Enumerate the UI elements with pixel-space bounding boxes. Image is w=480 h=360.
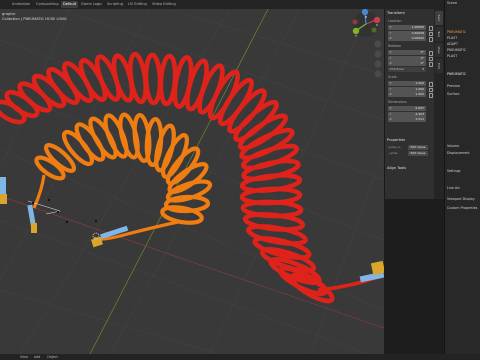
- section-custom-properties[interactable]: Custom Properties: [447, 206, 477, 210]
- outliner-item[interactable]: PNEUMATIC: [447, 48, 466, 52]
- scale-x-field[interactable]: X 1.000: [388, 81, 426, 86]
- transform-header[interactable]: Transform: [387, 11, 405, 15]
- empty-markers: [31, 198, 98, 224]
- edit-value-button[interactable]: Edit Value: [408, 145, 428, 150]
- outliner-item[interactable]: PLAST: [447, 54, 457, 58]
- location-y-field[interactable]: Y 0.69008: [388, 30, 426, 36]
- scale-z-field[interactable]: Z 1.000: [388, 92, 426, 97]
- red-hose-fitting-left: [0, 194, 7, 204]
- menu-add[interactable]: Add: [34, 355, 40, 359]
- scale-label: Scale: [388, 75, 397, 79]
- axis-x-label: X: [389, 25, 392, 29]
- viewport-canvas[interactable]: [0, 9, 384, 354]
- axis-z-label: Z: [389, 36, 392, 40]
- location-x-field[interactable]: X 1.05080: [388, 25, 426, 30]
- rotation-x-field[interactable]: X 0°: [388, 50, 426, 55]
- properties-header[interactable]: Properties: [387, 138, 405, 142]
- outliner-properties-editor: Scene PNEUMATIC PLAST ADAPT PNEUMATIC PL…: [444, 0, 480, 354]
- axis-z-label: Z: [389, 117, 392, 121]
- tab-default[interactable]: Default: [61, 1, 79, 8]
- tab-scripting[interactable]: Scripting: [105, 1, 125, 8]
- lock-icon[interactable]: [429, 62, 433, 67]
- vtab-item[interactable]: Item: [435, 11, 443, 25]
- lock-icon[interactable]: [429, 93, 433, 98]
- scene-label[interactable]: Scene: [447, 1, 457, 5]
- axis-y-label: Y: [389, 55, 392, 60]
- location-z-field[interactable]: Z 0.00000: [388, 36, 426, 41]
- rotation-mode-dropdown[interactable]: XYZ Euler ▾: [388, 67, 426, 72]
- tab-game-logic[interactable]: Game Logic: [79, 1, 104, 8]
- menu-object[interactable]: Object: [47, 355, 58, 359]
- x-axis-line: [0, 195, 384, 329]
- viewport-overlay-mode: graphic: [2, 12, 16, 16]
- axis-z-label: Z: [389, 92, 392, 96]
- align-tools-header[interactable]: Align Tools: [387, 166, 406, 170]
- location-label: Location: [388, 19, 402, 23]
- sidebar-vertical-tabs: Item Tool View Edit: [434, 9, 444, 199]
- tab-animation[interactable]: Animation: [10, 1, 32, 8]
- viewport-header-bar: View Add Object: [0, 354, 480, 360]
- section-viewport-display[interactable]: Viewport Display: [447, 197, 475, 201]
- tab-uv-editing[interactable]: UV Editing: [126, 1, 149, 8]
- section-line-art[interactable]: Line Art: [447, 186, 460, 190]
- lock-icon[interactable]: [429, 31, 433, 37]
- edit-value-button[interactable]: Edit Value: [408, 151, 428, 156]
- rotation-label: Rotation: [388, 44, 402, 48]
- tab-video-editing[interactable]: Video Editing: [150, 1, 178, 8]
- viewport-overlay-collection: Collection | PNEUMATIC HOSE LONG: [2, 17, 67, 21]
- sidebar-n-panel: Transform Location X 1.05080 Y 0.69008 Z 0.…: [384, 9, 435, 199]
- custom-property-name: _cycles: [388, 152, 398, 155]
- axis-y-label: Y: [389, 86, 392, 91]
- section-volume[interactable]: Volume: [447, 144, 459, 148]
- top-menu-bar: Animation Compositing Default Game Logic…: [0, 0, 480, 9]
- axis-y-label: Y: [389, 111, 392, 116]
- tab-compositing[interactable]: Compositing: [34, 1, 61, 8]
- lock-icon[interactable]: [429, 26, 433, 31]
- lock-icon[interactable]: [429, 51, 433, 56]
- lock-icon[interactable]: [429, 37, 433, 42]
- gizmo-x-label: X: [376, 23, 379, 27]
- chevron-down-icon: ▾: [422, 67, 424, 71]
- red-hose-fitting-right: [370, 260, 384, 276]
- custom-property-name: cycles_vi...: [388, 146, 403, 149]
- orange-hose-fitting-left: [31, 223, 37, 233]
- section-surface[interactable]: Surface: [447, 92, 460, 96]
- axis-x-label: X: [389, 50, 392, 54]
- axis-x-label: X: [389, 106, 392, 110]
- section-settings[interactable]: Settings: [447, 169, 461, 173]
- vtab-view[interactable]: View: [435, 43, 443, 57]
- 3d-viewport[interactable]: graphic Collection | PNEUMATIC HOSE LONG…: [0, 9, 384, 354]
- section-preview[interactable]: Preview: [447, 84, 460, 88]
- dimensions-z-field[interactable]: Z 1.511: [388, 117, 426, 122]
- scale-y-field[interactable]: Y 1.000: [388, 86, 426, 92]
- gizmo-y-label: Y: [355, 34, 357, 38]
- axis-z-label: Z: [389, 61, 392, 65]
- dimensions-x-field[interactable]: X 5.647: [388, 106, 426, 111]
- lock-icon[interactable]: [429, 87, 433, 93]
- section-displacement[interactable]: Displacement: [447, 151, 470, 155]
- outliner-item[interactable]: PNEUMATIC: [447, 30, 466, 34]
- vtab-tool[interactable]: Tool: [435, 27, 443, 41]
- material-name[interactable]: PNEUMATIC: [447, 72, 466, 76]
- vtab-edit[interactable]: Edit: [435, 59, 443, 73]
- rotation-z-field[interactable]: Z 0°: [388, 61, 426, 66]
- rotation-y-field[interactable]: Y 0°: [388, 55, 426, 61]
- view-tools-column: [374, 40, 382, 78]
- dimensions-y-field[interactable]: Y 4.403: [388, 111, 426, 117]
- orange-coil-hose: [34, 112, 213, 225]
- outliner-item[interactable]: ADAPT: [447, 42, 458, 46]
- axis-x-label: X: [389, 81, 392, 85]
- lock-icon[interactable]: [429, 82, 433, 87]
- axis-y-label: Y: [389, 30, 392, 35]
- lock-icon[interactable]: [429, 56, 433, 62]
- menu-view[interactable]: View: [20, 355, 28, 359]
- gizmo-z-label: Z: [365, 15, 368, 19]
- outliner-item[interactable]: PLAST: [447, 36, 457, 40]
- dimensions-label: Dimensions: [388, 100, 407, 104]
